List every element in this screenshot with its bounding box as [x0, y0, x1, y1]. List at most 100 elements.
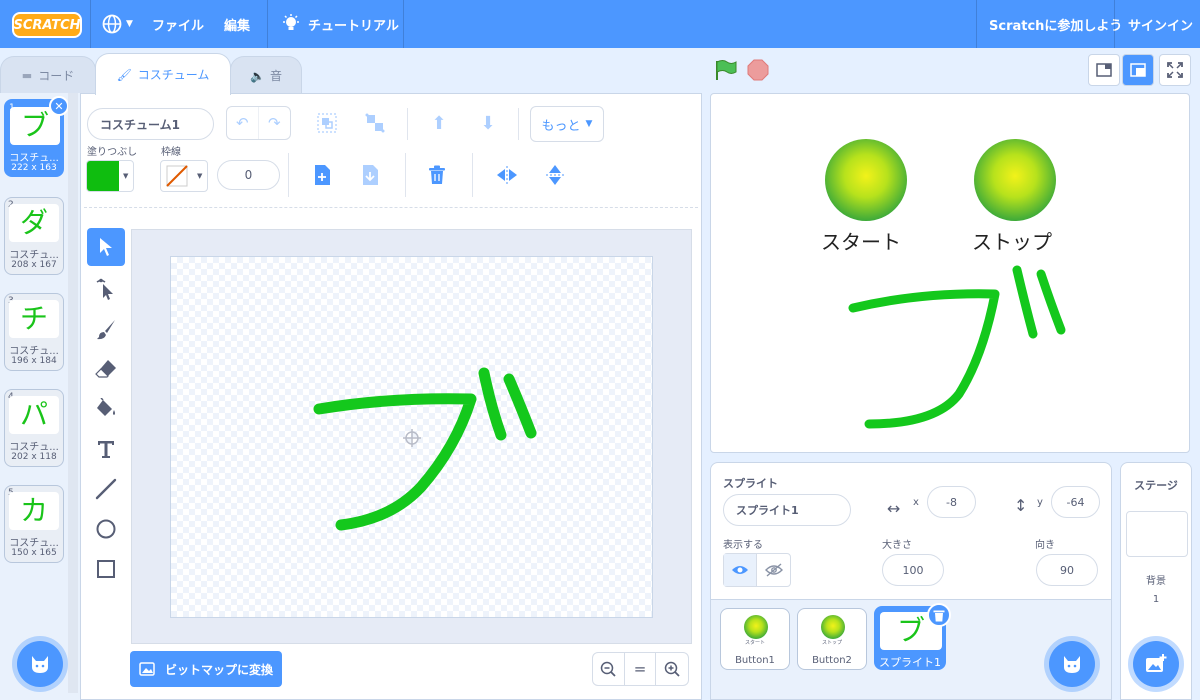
brush-tool[interactable] — [87, 310, 125, 348]
delete-sprite-button[interactable] — [927, 603, 951, 627]
small-stage-button[interactable] — [1088, 54, 1120, 86]
costume-name: コスチュ... — [9, 153, 59, 164]
eraser-tool[interactable] — [87, 350, 125, 388]
delete-costume-button[interactable]: ✕ — [49, 96, 69, 116]
visibility-toggle — [723, 553, 791, 587]
undo-icon: ↶ — [235, 114, 249, 132]
outline-color-picker[interactable]: ▼ — [160, 160, 208, 192]
tab-code[interactable]: ▬ コード — [0, 56, 96, 94]
zoom-out-button[interactable] — [593, 653, 625, 685]
green-flag-button[interactable] — [714, 59, 738, 85]
normal-stage-button[interactable] — [1122, 54, 1154, 86]
backward-button[interactable]: ⬇ — [475, 110, 501, 136]
y-arrows-icon: ↕ — [1014, 496, 1028, 515]
flip-vertical-icon — [546, 165, 564, 185]
show-button[interactable] — [724, 554, 758, 586]
undo-button[interactable]: ↶ — [227, 107, 259, 139]
flip-vertical-button[interactable] — [543, 163, 567, 187]
group-button[interactable] — [314, 110, 340, 136]
sprite-info-title: スプライト — [723, 477, 778, 490]
forward-button[interactable]: ⬆ — [426, 110, 452, 136]
sprite-thumbnail-button1[interactable]: スタート Button1 — [720, 608, 790, 670]
copy-button[interactable] — [310, 163, 334, 187]
scratch-logo[interactable]: SCRATCH — [12, 12, 82, 38]
convert-to-bitmap-button[interactable]: ビットマップに変換 — [130, 651, 282, 687]
costume-size: 202 x 118 — [11, 452, 57, 462]
chevron-down-icon: ▼ — [197, 172, 203, 180]
costume-item[interactable]: 2 ダ コスチュ... 208 x 167 — [4, 197, 64, 275]
x-label: x — [913, 497, 919, 508]
tab-code-label: コード — [38, 69, 75, 83]
reshape-icon — [96, 278, 113, 300]
sprite-name-input[interactable]: スプライト1 — [723, 494, 851, 526]
reshape-tool[interactable] — [87, 270, 125, 308]
redo-button[interactable]: ↷ — [259, 107, 290, 139]
ungroup-button[interactable] — [362, 110, 388, 136]
bitmap-icon — [139, 662, 155, 676]
brush-icon — [97, 320, 115, 340]
trash-icon — [933, 610, 945, 621]
delete-button[interactable] — [425, 163, 449, 187]
group-icon — [317, 113, 337, 133]
menu-bar: SCRATCH ▼ ファイル 編集 チュートリアル Scratchに参加しよう … — [0, 0, 1200, 48]
language-menu[interactable]: ▼ — [102, 0, 133, 48]
paste-button[interactable] — [358, 163, 382, 187]
flip-horizontal-button[interactable] — [495, 163, 519, 187]
stage-thumbnail[interactable] — [1126, 511, 1188, 557]
paint-bucket-icon — [97, 398, 115, 416]
file-menu[interactable]: ファイル — [152, 0, 204, 48]
stop-icon — [747, 59, 769, 81]
trash-icon: ✕ — [54, 99, 64, 113]
costume-item[interactable]: 5 カ コスチュ... 150 x 165 — [4, 485, 64, 563]
zoom-reset-button[interactable]: = — [625, 653, 657, 685]
circle-tool[interactable] — [87, 510, 125, 548]
hide-button[interactable] — [757, 554, 790, 586]
costume-list: 1 ブ コスチュ... 222 x 163 ✕ 2 ダ コスチュ... 208 … — [0, 93, 80, 700]
stage[interactable]: スタート ストップ — [710, 93, 1190, 453]
y-input[interactable]: -64 — [1051, 486, 1100, 518]
tab-costumes[interactable]: 🖌 コスチューム — [95, 53, 231, 95]
stage-panel-title: ステージ — [1134, 479, 1178, 492]
edit-menu[interactable]: 編集 — [224, 0, 250, 48]
zoom-in-button[interactable] — [656, 653, 688, 685]
fill-color-picker[interactable]: ▼ — [86, 160, 134, 192]
choose-costume-button[interactable] — [17, 641, 63, 687]
rectangle-tool[interactable] — [87, 550, 125, 588]
sprite-name: スプライト1 — [879, 656, 941, 669]
join-scratch-link[interactable]: Scratchに参加しよう — [989, 0, 1122, 48]
tab-sounds[interactable]: 🔈 音 — [230, 56, 302, 94]
sprite-thumbnail-button2[interactable]: ストップ Button2 — [797, 608, 867, 670]
select-tool[interactable] — [87, 228, 125, 266]
redo-icon: ↷ — [267, 114, 281, 132]
chevron-down-icon: ▼ — [585, 119, 593, 129]
signin-link[interactable]: サインイン — [1128, 0, 1193, 48]
tab-costumes-label: コスチューム — [137, 68, 210, 82]
text-tool[interactable] — [87, 430, 125, 468]
more-menu-button[interactable]: もっと ▼ — [530, 106, 604, 142]
sprite-thumbnail-caption: スタート — [744, 640, 765, 646]
direction-input[interactable]: 90 — [1036, 554, 1098, 586]
costume-name-input[interactable]: コスチューム1 — [87, 108, 214, 140]
costume-item[interactable]: 3 チ コスチュ... 196 x 184 — [4, 293, 64, 371]
line-tool[interactable] — [87, 470, 125, 508]
menu-separator — [976, 0, 977, 48]
stop-button[interactable] — [747, 59, 769, 85]
costume-size: 222 x 163 — [11, 163, 57, 173]
paint-canvas[interactable] — [170, 256, 653, 618]
choose-backdrop-button[interactable] — [1133, 641, 1179, 687]
tutorials-menu[interactable]: チュートリアル — [282, 0, 399, 48]
menu-separator — [403, 0, 404, 48]
outline-width-input[interactable]: 0 — [217, 160, 280, 190]
fill-label: 塗りつぶし — [87, 147, 138, 158]
toolbar-divider — [407, 108, 408, 140]
x-input[interactable]: -8 — [927, 486, 976, 518]
costume-item[interactable]: 4 パ コスチュ... 202 x 118 — [4, 389, 64, 467]
cat-icon — [1064, 656, 1080, 673]
costume-list-scrollbar[interactable] — [68, 93, 78, 693]
rectangle-icon — [97, 560, 115, 578]
choose-sprite-button[interactable] — [1049, 641, 1095, 687]
fullscreen-button[interactable] — [1159, 54, 1191, 86]
size-input[interactable]: 100 — [882, 554, 944, 586]
fill-tool[interactable] — [87, 390, 125, 428]
costume-thumbnail: パ — [9, 396, 59, 434]
